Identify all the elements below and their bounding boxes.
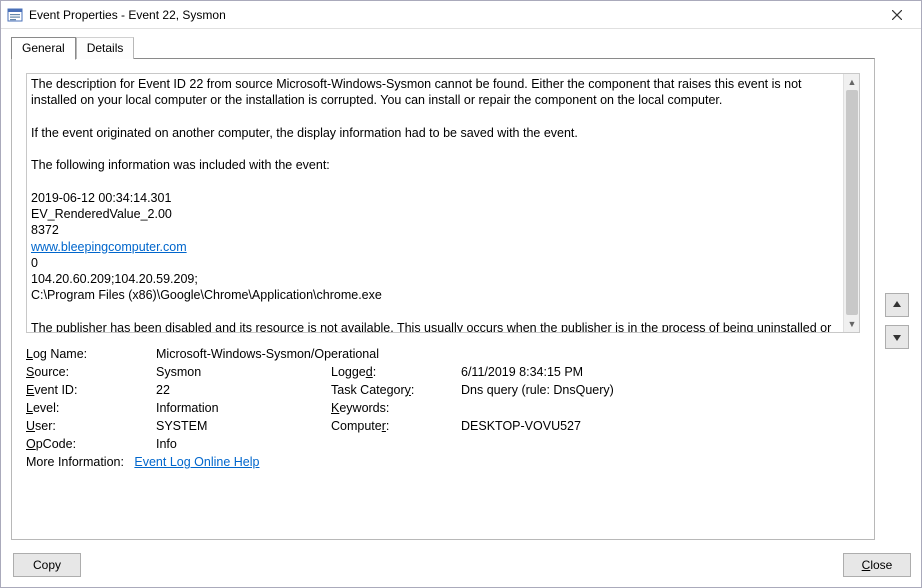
keywords-value [461,401,860,415]
desc-line-domain-link[interactable]: www.bleepingcomputer.com [31,240,187,254]
desc-line-pid: 8372 [31,222,839,238]
properties-grid: Log Name: Microsoft-Windows-Sysmon/Opera… [26,347,860,451]
titlebar: Event Properties - Event 22, Sysmon [1,1,921,29]
scroll-up-icon[interactable]: ▲ [844,74,860,90]
window-close-button[interactable] [877,2,917,28]
desc-para-1: The description for Event ID 22 from sou… [31,76,839,109]
log-name-value: Microsoft-Windows-Sysmon/Operational [156,347,860,361]
scroll-down-icon[interactable]: ▼ [844,316,860,332]
desc-para-3: The following information was included w… [31,157,839,173]
content-area: General Details The description for Even… [1,29,921,549]
event-properties-window: Event Properties - Event 22, Sysmon Gene… [0,0,922,588]
window-title: Event Properties - Event 22, Sysmon [29,8,877,22]
arrow-up-icon [892,300,902,310]
description-box: The description for Event ID 22 from sou… [26,73,860,333]
user-label: User: [26,419,156,433]
keywords-label: Keywords: [331,401,461,415]
description-content[interactable]: The description for Event ID 22 from sou… [27,74,843,332]
scroll-thumb[interactable] [846,90,858,315]
tab-general-page: The description for Event ID 22 from sou… [11,58,875,540]
desc-line-rendered-value: EV_RenderedValue_2.00 [31,206,839,222]
more-info-label: More Information: [26,455,124,469]
level-value: Information [156,401,331,415]
tab-details[interactable]: Details [76,37,135,59]
copy-button[interactable]: Copy [13,553,81,577]
desc-line-timestamp: 2019-06-12 00:34:14.301 [31,190,839,206]
computer-label: Computer: [331,419,461,433]
arrow-down-icon [892,332,902,342]
desc-line-ips: 104.20.60.209;104.20.59.209; [31,271,839,287]
event-id-value: 22 [156,383,331,397]
more-info-row: More Information: Event Log Online Help [26,455,860,469]
desc-line-zero: 0 [31,255,839,271]
tab-general[interactable]: General [11,37,76,60]
level-label: Level: [26,401,156,415]
logged-value: 6/11/2019 8:34:15 PM [461,365,860,379]
opcode-value: Info [156,437,860,451]
close-icon [892,10,902,20]
event-id-label: Event ID: [26,383,156,397]
app-icon [7,7,23,23]
nav-column [883,37,911,541]
log-name-label: Log Name: [26,347,156,361]
prev-event-button[interactable] [885,293,909,317]
description-scrollbar[interactable]: ▲ ▼ [843,74,859,332]
desc-para-2: If the event originated on another compu… [31,125,839,141]
close-button[interactable]: Close [843,553,911,577]
computer-value: DESKTOP-VOVU527 [461,419,860,433]
opcode-label: OpCode: [26,437,156,451]
source-value: Sysmon [156,365,331,379]
desc-line-path: C:\Program Files (x86)\Google\Chrome\App… [31,287,839,303]
tabstrip: General Details [11,37,875,59]
more-info-link[interactable]: Event Log Online Help [134,455,259,469]
logged-label: Logged: [331,365,461,379]
task-category-value: Dns query (rule: DnsQuery) [461,383,860,397]
next-event-button[interactable] [885,325,909,349]
source-label: Source: [26,365,156,379]
desc-para-4: The publisher has been disabled and its … [31,320,839,332]
main-column: General Details The description for Even… [11,37,875,541]
task-category-label: Task Category: [331,383,461,397]
footer: Copy Close [1,549,921,587]
user-value: SYSTEM [156,419,331,433]
